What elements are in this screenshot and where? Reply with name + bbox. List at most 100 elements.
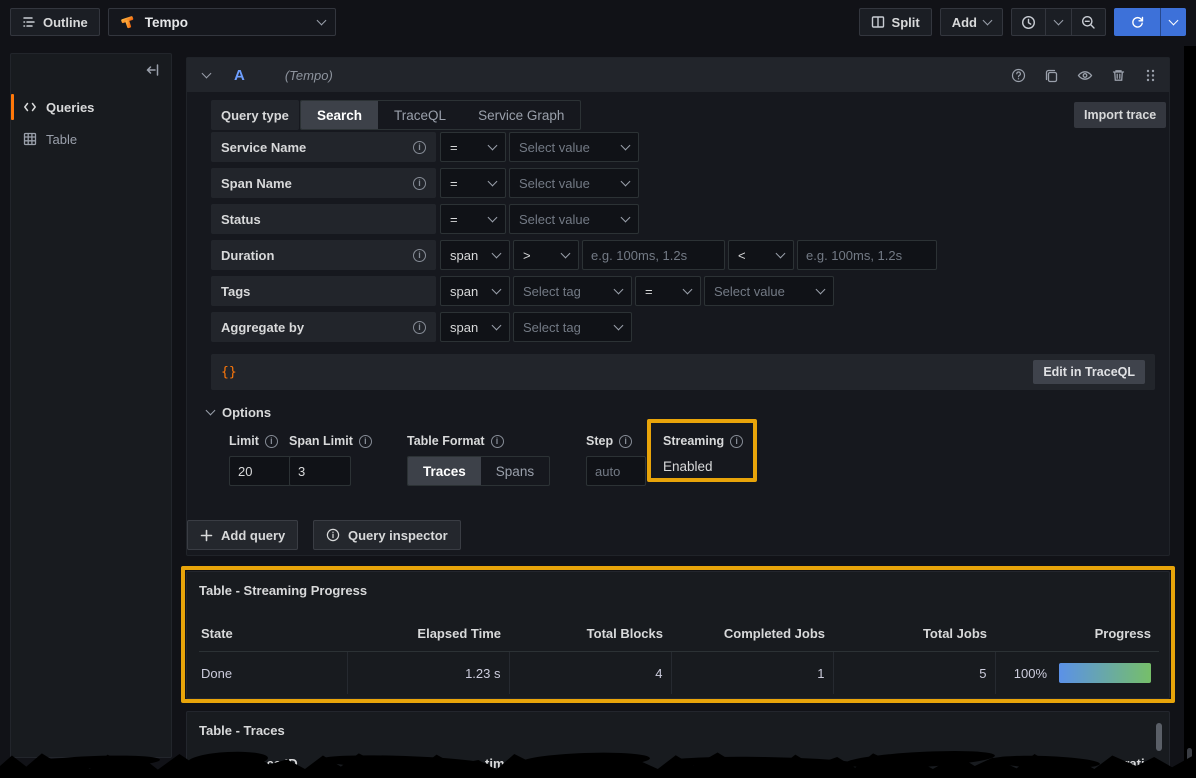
outline-icon — [22, 15, 36, 29]
tags-operator-select[interactable]: = — [635, 276, 701, 306]
add-button[interactable]: Add — [940, 8, 1003, 36]
table-format-spans[interactable]: Spans — [481, 457, 549, 485]
datasource-picker[interactable]: Tempo — [108, 8, 336, 36]
outline-button-label: Outline — [43, 15, 88, 30]
add-query-button[interactable]: Add query — [187, 520, 298, 550]
split-button-label: Split — [892, 15, 920, 30]
copy-icon[interactable] — [1044, 68, 1059, 83]
traceql-preview-code: {} — [221, 365, 237, 380]
tags-scope-select[interactable]: span — [440, 276, 510, 306]
window-right-gutter — [1184, 46, 1196, 778]
info-icon[interactable] — [619, 435, 632, 448]
tab-service-graph[interactable]: Service Graph — [462, 101, 580, 129]
query-type-tabs: Search TraceQL Service Graph — [300, 100, 581, 130]
status-value-select[interactable]: Select value — [509, 204, 639, 234]
info-circle-icon — [326, 528, 340, 542]
chevron-down-icon — [488, 176, 498, 186]
tags-value-select[interactable]: Select value — [704, 276, 834, 306]
collapse-sidebar-icon[interactable] — [145, 62, 161, 78]
chevron-down-icon — [683, 284, 693, 294]
trash-icon[interactable] — [1111, 68, 1126, 83]
span-limit-label: Span Limit — [289, 434, 372, 448]
time-picker-group — [1011, 8, 1106, 36]
panel-scrollbar-thumb[interactable] — [1156, 723, 1162, 751]
tab-traceql[interactable]: TraceQL — [378, 101, 462, 129]
time-picker-caret[interactable] — [1045, 9, 1071, 35]
chevron-down-icon — [492, 284, 502, 294]
table-format-traces[interactable]: Traces — [408, 457, 481, 485]
field-label-span-name: Span Name — [211, 168, 436, 198]
query-datasource-hint: (Tempo) — [285, 68, 333, 83]
field-label-aggregate-by: Aggregate by — [211, 312, 436, 342]
column-header-total-jobs: Total Jobs — [833, 620, 995, 652]
options-section-toggle[interactable]: Options — [207, 405, 271, 420]
streaming-label: Streaming — [663, 434, 743, 448]
aggregate-scope-select[interactable]: span — [440, 312, 510, 342]
query-editor-header: A (Tempo) — [187, 58, 1169, 92]
limit-label: Limit — [229, 434, 278, 448]
info-icon[interactable] — [730, 435, 743, 448]
collapse-query-chevron-icon[interactable] — [202, 68, 212, 78]
drag-handle-icon[interactable] — [1144, 68, 1157, 83]
tab-search[interactable]: Search — [301, 101, 378, 129]
cell-state: Done — [199, 652, 347, 695]
service-name-operator-select[interactable]: = — [440, 132, 506, 162]
refresh-button[interactable] — [1114, 8, 1160, 36]
span-name-operator-select[interactable]: = — [440, 168, 506, 198]
info-icon[interactable] — [413, 321, 426, 334]
progress-bar — [1059, 663, 1151, 683]
datasource-picker-value: Tempo — [145, 15, 188, 30]
split-button[interactable]: Split — [859, 8, 932, 36]
info-icon[interactable] — [491, 435, 504, 448]
chevron-down-icon — [488, 212, 498, 222]
tags-tag-select[interactable]: Select tag — [513, 276, 632, 306]
chevron-down-icon — [614, 320, 624, 330]
span-limit-input[interactable] — [289, 456, 351, 486]
sidebar-item-table[interactable]: Table — [11, 123, 171, 155]
eye-icon[interactable] — [1077, 68, 1093, 83]
chevron-down-icon — [621, 212, 631, 222]
step-input[interactable] — [586, 456, 646, 486]
column-header-state: State — [199, 620, 347, 652]
info-icon[interactable] — [413, 141, 426, 154]
info-icon[interactable] — [413, 177, 426, 190]
query-inspector-button[interactable]: Query inspector — [313, 520, 461, 550]
duration-scope-select[interactable]: span — [440, 240, 510, 270]
table-format-toggle: Traces Spans — [407, 456, 550, 486]
sidebar-item-queries[interactable]: Queries — [11, 91, 171, 123]
status-operator-select[interactable]: = — [440, 204, 506, 234]
edit-in-traceql-button[interactable]: Edit in TraceQL — [1033, 360, 1145, 384]
add-button-label: Add — [952, 15, 977, 30]
help-icon[interactable] — [1011, 68, 1026, 83]
tempo-logo — [119, 13, 137, 31]
progress-percent: 100% — [1014, 666, 1047, 681]
streaming-progress-panel: Table - Streaming Progress State Elapsed… — [186, 571, 1170, 699]
query-type-label: Query type — [211, 100, 299, 130]
duration-min-input[interactable] — [582, 240, 725, 270]
chevron-down-icon — [1054, 15, 1064, 25]
info-icon[interactable] — [265, 435, 278, 448]
duration-max-input[interactable] — [797, 240, 937, 270]
sidebar-item-label: Queries — [46, 100, 94, 115]
refresh-icon — [1130, 15, 1145, 30]
refresh-interval-caret[interactable] — [1160, 8, 1186, 36]
time-picker-button[interactable] — [1012, 9, 1045, 35]
limit-input[interactable] — [229, 456, 291, 486]
chevron-down-icon — [492, 248, 502, 258]
span-name-value-select[interactable]: Select value — [509, 168, 639, 198]
info-icon[interactable] — [359, 435, 372, 448]
column-header-elapsed-time: Elapsed Time — [347, 620, 509, 652]
aggregate-tag-select[interactable]: Select tag — [513, 312, 632, 342]
cell-completed-jobs: 1 — [671, 652, 833, 695]
zoom-out-button[interactable] — [1071, 9, 1105, 35]
service-name-value-select[interactable]: Select value — [509, 132, 639, 162]
plus-icon — [200, 529, 213, 542]
outline-button[interactable]: Outline — [10, 8, 100, 36]
cell-total-jobs: 5 — [833, 652, 995, 695]
field-label-service-name: Service Name — [211, 132, 436, 162]
duration-max-operator-select[interactable]: < — [728, 240, 794, 270]
import-trace-button[interactable]: Import trace — [1074, 102, 1166, 128]
duration-min-operator-select[interactable]: > — [513, 240, 579, 270]
info-icon[interactable] — [413, 249, 426, 262]
table-header-row: State Elapsed Time Total Blocks Complete… — [199, 620, 1159, 652]
